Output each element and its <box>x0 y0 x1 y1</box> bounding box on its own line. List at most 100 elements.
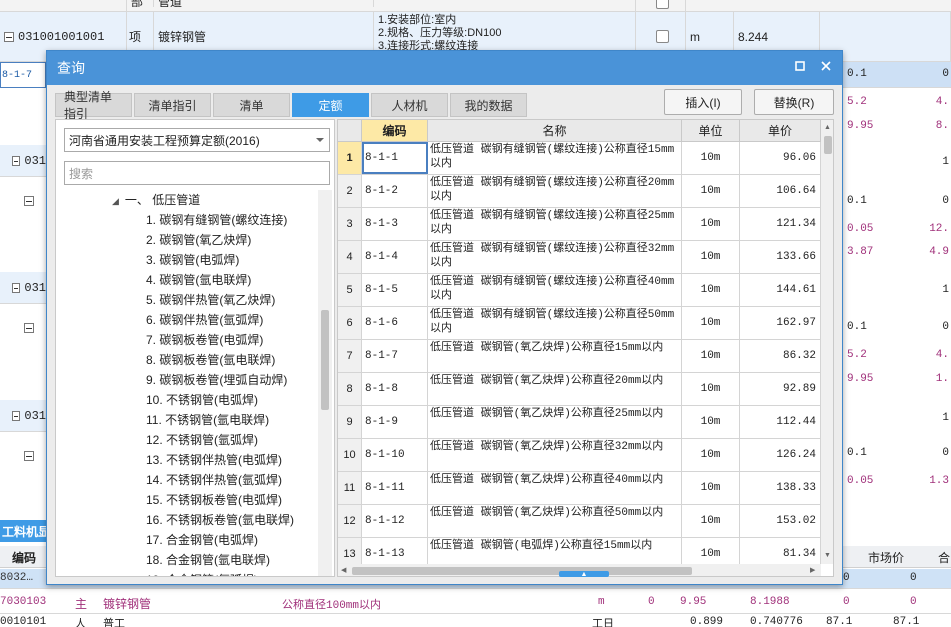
tree-item[interactable]: 16. 不锈钢板卷管(氩电联焊) <box>146 510 294 530</box>
cell-unit: 10m <box>682 241 740 273</box>
tree-node-low-pressure-pipe[interactable]: ◢ 一、 低压管道 <box>112 190 200 210</box>
table-row[interactable]: 2 8-1-2 低压管道 碳钢有缝钢管(螺纹连接)公称直径20mm以内 10m 106.… <box>338 175 821 208</box>
query-dialog: 查询 典型清单指引 清单指引 清单 定额 人材机 我的数据 插入(I) 替换(R… <box>46 50 843 585</box>
tree-collapse-icon[interactable]: ◢ <box>112 196 119 206</box>
tab-quota[interactable]: 定额 <box>292 93 369 117</box>
tree-item[interactable]: 1. 碳钢有缝钢管(螺纹连接) <box>146 210 287 230</box>
col-code[interactable]: 编码 <box>362 120 428 142</box>
tab-typical-list-guide[interactable]: 典型清单指引 <box>55 90 132 121</box>
row-number: 7 <box>338 340 362 372</box>
cell-code: 8-1-5 <box>362 274 428 306</box>
row-number: 9 <box>338 406 362 438</box>
replace-button[interactable]: 替换(R) <box>754 89 834 115</box>
insert-button[interactable]: 插入(I) <box>664 89 742 115</box>
cell-price: 92.89 <box>740 373 821 405</box>
table-row[interactable]: 10 8-1-10 低压管道 碳钢管(氧乙炔焊)公称直径32mm以内 10m 126.2… <box>338 439 821 472</box>
cell-name: 低压管道 碳钢管(氧乙炔焊)公称直径20mm以内 <box>428 373 682 405</box>
tree-item[interactable]: 2. 碳钢管(氧乙炔焊) <box>146 230 251 250</box>
table-row[interactable]: 3 8-1-3 低压管道 碳钢有缝钢管(螺纹连接)公称直径25mm以内 10m 121.… <box>338 208 821 241</box>
collapse-icon[interactable] <box>24 323 34 333</box>
bottom-panel-tab[interactable]: 工料机显示 <box>0 520 46 542</box>
tree-item[interactable]: 4. 碳钢管(氩电联焊) <box>146 270 251 290</box>
cell-price: 121.34 <box>740 208 821 240</box>
tree-scrollbar[interactable] <box>318 190 332 576</box>
chevron-down-icon[interactable] <box>316 138 324 142</box>
maximize-icon[interactable] <box>792 59 808 75</box>
tree-item[interactable]: 10. 不锈钢管(电弧焊) <box>146 390 258 410</box>
cell-unit: 10m <box>682 373 740 405</box>
tree-item[interactable]: 18. 合金钢管(氩电联焊) <box>146 550 270 570</box>
table-row[interactable]: 1 8-1-1 低压管道 碳钢有缝钢管(螺纹连接)公称直径15mm以内 10m 96.0… <box>338 142 821 175</box>
row-number: 1 <box>338 142 362 174</box>
scroll-right-icon[interactable]: ▶ <box>810 566 815 574</box>
close-icon[interactable] <box>818 59 834 75</box>
tree-item[interactable]: 14. 不锈钢伴热管(氩弧焊) <box>146 470 282 490</box>
table-row[interactable]: 7 8-1-7 低压管道 碳钢管(氧乙炔焊)公称直径15mm以内 10m 86.32 <box>338 340 821 373</box>
tab-labor-material-machine[interactable]: 人材机 <box>371 93 448 117</box>
table-row[interactable]: 6 8-1-6 低压管道 碳钢有缝钢管(螺纹连接)公称直径50mm以内 10m 162.… <box>338 307 821 340</box>
dialog-titlebar[interactable]: 查询 <box>47 51 842 85</box>
bottom-row[interactable]: 7030103 主 镀锌钢管 公称直径100mm以内 m 0 9.95 8.19… <box>0 590 951 614</box>
table-row[interactable]: 12 8-1-12 低压管道 碳钢管(氧乙炔焊)公称直径50mm以内 10m 153.0… <box>338 505 821 538</box>
group-row-1[interactable]: 031 <box>0 145 46 177</box>
cell-unit: 10m <box>682 406 740 438</box>
collapse-icon[interactable] <box>24 196 34 206</box>
col-unit[interactable]: 单位 <box>682 120 740 142</box>
cell-unit: 10m <box>682 472 740 504</box>
tree-scroll-thumb[interactable] <box>321 310 329 410</box>
quota-tree-pane: 河南省通用安装工程预算定额(2016) 搜索 ◢ 一、 低压管道 1. 碳钢有缝钢… <box>55 119 335 577</box>
group-row-2[interactable]: 031 <box>0 272 46 304</box>
tab-my-data[interactable]: 我的数据 <box>450 93 527 117</box>
tree-item[interactable]: 9. 碳钢板卷管(埋弧自动焊) <box>146 370 287 390</box>
tree-item[interactable]: 19. 合金钢管(氩弧焊) <box>146 570 258 576</box>
cell-price: 144.61 <box>740 274 821 306</box>
table-row[interactable]: 8 8-1-8 低压管道 碳钢管(氧乙炔焊)公称直径20mm以内 10m 92.89 <box>338 373 821 406</box>
col-name[interactable]: 名称 <box>428 120 682 142</box>
table-vscroll[interactable]: ▲ ▼ <box>821 120 833 564</box>
cell-name: 低压管道 碳钢管(氧乙炔焊)公称直径15mm以内 <box>428 340 682 372</box>
collapse-icon[interactable] <box>12 282 21 293</box>
scroll-down-icon[interactable]: ▼ <box>824 552 831 559</box>
tree-item[interactable]: 13. 不锈钢伴热管(电弧焊) <box>146 450 282 470</box>
cell-price: 162.97 <box>740 307 821 339</box>
table-row[interactable]: 9 8-1-9 低压管道 碳钢管(氧乙炔焊)公称直径25mm以内 10m 112.44 <box>338 406 821 439</box>
tree-item[interactable]: 7. 碳钢板卷管(电弧焊) <box>146 330 263 350</box>
cell-price: 138.33 <box>740 472 821 504</box>
group-row-3[interactable]: 031 <box>0 400 46 432</box>
search-input[interactable]: 搜索 <box>64 161 330 185</box>
tree-item[interactable]: 6. 碳钢伴热管(氩弧焊) <box>146 310 263 330</box>
scroll-left-icon[interactable]: ◀ <box>341 566 346 574</box>
scroll-up-icon[interactable]: ▲ <box>824 124 831 131</box>
table-hscroll-thumb[interactable] <box>352 567 692 575</box>
collapse-icon[interactable] <box>24 451 34 461</box>
tree-item[interactable]: 15. 不锈钢板卷管(电弧焊) <box>146 490 282 510</box>
collapse-icon[interactable] <box>12 155 21 166</box>
collapse-icon[interactable] <box>12 410 21 421</box>
col-price[interactable]: 单价 <box>740 120 821 142</box>
collapse-icon[interactable] <box>4 31 14 42</box>
table-row[interactable]: 5 8-1-5 低压管道 碳钢有缝钢管(螺纹连接)公称直径40mm以内 10m 144.… <box>338 274 821 307</box>
item-checkbox[interactable] <box>656 30 669 43</box>
row-number: 8 <box>338 373 362 405</box>
tree-item[interactable]: 17. 合金钢管(电弧焊) <box>146 530 258 550</box>
table-row[interactable]: 11 8-1-11 低压管道 碳钢管(氧乙炔焊)公称直径40mm以内 10m 138.3… <box>338 472 821 505</box>
table-row[interactable]: 13 8-1-13 低压管道 碳钢管(电弧焊)公称直径15mm以内 10m 81.34 <box>338 538 821 564</box>
tree-item[interactable]: 3. 碳钢管(电弧焊) <box>146 250 239 270</box>
table-row[interactable]: 4 8-1-4 低压管道 碳钢有缝钢管(螺纹连接)公称直径32mm以内 10m 133.… <box>338 241 821 274</box>
table-vscroll-thumb[interactable] <box>824 136 832 154</box>
tab-list[interactable]: 清单 <box>213 93 290 117</box>
cell-name: 低压管道 碳钢有缝钢管(螺纹连接)公称直径32mm以内 <box>428 241 682 273</box>
tree-item[interactable]: 5. 碳钢伴热管(氧乙炔焊) <box>146 290 275 310</box>
header-checkbox[interactable] <box>656 0 669 9</box>
partial-code-cell[interactable]: 8-1-7 <box>0 62 46 88</box>
row-number: 10 <box>338 439 362 471</box>
splitter-handle-icon[interactable]: ▲ <box>559 571 609 578</box>
cell-name: 低压管道 碳钢管(氧乙炔焊)公称直径50mm以内 <box>428 505 682 537</box>
row-number: 12 <box>338 505 362 537</box>
quota-library-select[interactable]: 河南省通用安装工程预算定额(2016) <box>64 128 330 152</box>
tree-item[interactable]: 11. 不锈钢管(氩电联焊) <box>146 410 269 430</box>
bottom-row[interactable]: 0010101 人 普工 工日 0.899 0.740776 87.1 87.1 <box>0 615 951 627</box>
tree-item[interactable]: 12. 不锈钢管(氩弧焊) <box>146 430 258 450</box>
tab-list-guide[interactable]: 清单指引 <box>134 93 211 117</box>
tree-item[interactable]: 8. 碳钢板卷管(氩电联焊) <box>146 350 275 370</box>
